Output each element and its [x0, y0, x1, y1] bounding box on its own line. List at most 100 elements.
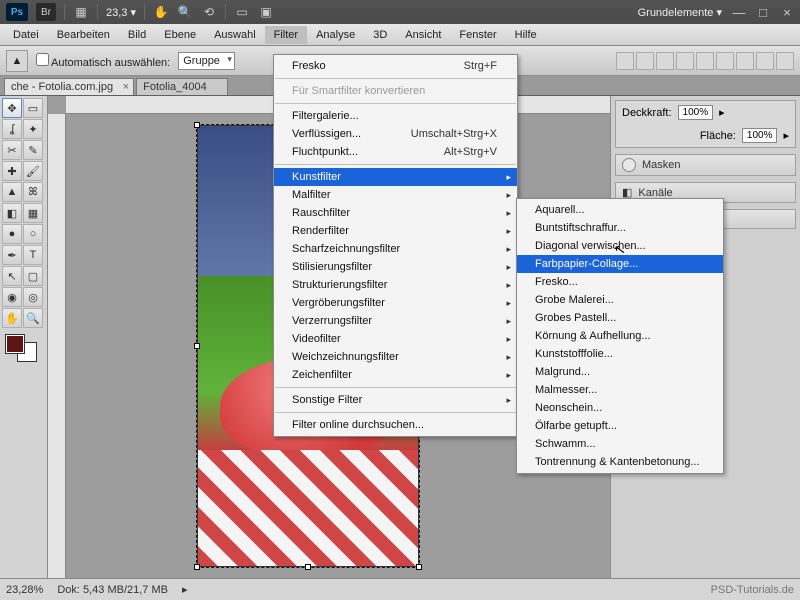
kunstfilter-subitem[interactable]: Ölfarbe getupft... — [517, 417, 723, 435]
3d-camera-icon[interactable]: ◎ — [23, 287, 43, 307]
scharfzeichnungsfilter-item[interactable]: Scharfzeichnungsfilter — [274, 240, 517, 258]
menu-filter[interactable]: Filter — [265, 26, 307, 44]
status-docsize[interactable]: Dok: 5,43 MB/21,7 MB — [57, 584, 168, 596]
stilisierungsfilter-item[interactable]: Stilisierungsfilter — [274, 258, 517, 276]
wand-tool-icon[interactable]: ✦ — [23, 119, 43, 139]
align-icon[interactable] — [636, 52, 654, 70]
menu-bearbeiten[interactable]: Bearbeiten — [48, 26, 119, 44]
maximize-icon[interactable]: □ — [756, 5, 770, 19]
filtergalerie-item[interactable]: Filtergalerie... — [274, 107, 517, 125]
kunstfilter-subitem[interactable]: Neonschein... — [517, 399, 723, 417]
weichzeichnungsfilter-item[interactable]: Weichzeichnungsfilter — [274, 348, 517, 366]
workspace-switcher[interactable]: Grundelemente ▾ — [638, 6, 722, 19]
kunstfilter-subitem[interactable]: Aquarell... — [517, 201, 723, 219]
kunstfilter-subitem[interactable]: Grobes Pastell... — [517, 309, 723, 327]
kunstfilter-subitem[interactable]: Buntstiftschraffur... — [517, 219, 723, 237]
kunstfilter-subitem[interactable]: Schwamm... — [517, 435, 723, 453]
path-select-icon[interactable]: ↖ — [2, 266, 22, 286]
close-icon[interactable]: × — [780, 5, 794, 19]
menu-fenster[interactable]: Fenster — [450, 26, 505, 44]
type-tool-icon[interactable]: T — [23, 245, 43, 265]
transform-handle[interactable] — [416, 564, 422, 570]
align-icon[interactable] — [616, 52, 634, 70]
crop-tool-icon[interactable]: ✂ — [2, 140, 22, 160]
kunstfilter-subitem[interactable]: Grobe Malerei... — [517, 291, 723, 309]
move-tool-icon[interactable]: ✥ — [2, 98, 22, 118]
align-icon[interactable] — [656, 52, 674, 70]
eraser-tool-icon[interactable]: ◧ — [2, 203, 22, 223]
verfluessigen-item[interactable]: Verflüssigen...Umschalt+Strg+X — [274, 125, 517, 143]
lasso-tool-icon[interactable]: ʆ — [2, 119, 22, 139]
history-brush-icon[interactable]: ꕤ — [23, 182, 43, 202]
marquee-tool-icon[interactable]: ▭ — [23, 98, 43, 118]
menu-3d[interactable]: 3D — [364, 26, 396, 44]
menu-ebene[interactable]: Ebene — [155, 26, 205, 44]
status-zoom[interactable]: 23,28% — [6, 584, 43, 596]
hand-tool-icon[interactable]: ✋ — [2, 308, 22, 328]
kunstfilter-subitem[interactable]: Malgrund... — [517, 363, 723, 381]
menu-datei[interactable]: Datei — [4, 26, 48, 44]
transform-handle[interactable] — [194, 343, 200, 349]
vergroeberungsfilter-item[interactable]: Vergröberungsfilter — [274, 294, 517, 312]
kunstfilter-subitem[interactable]: Körnung & Aufhellung... — [517, 327, 723, 345]
filter-online-item[interactable]: Filter online durchsuchen... — [274, 416, 517, 434]
kunstfilter-item[interactable]: Kunstfilter — [274, 168, 517, 186]
pen-tool-icon[interactable]: ✒ — [2, 245, 22, 265]
document-tab[interactable]: Fotolia_4004 — [136, 78, 228, 95]
zeichenfilter-item[interactable]: Zeichenfilter — [274, 366, 517, 384]
bridge-icon[interactable]: Br — [36, 3, 56, 21]
menu-hilfe[interactable]: Hilfe — [506, 26, 546, 44]
menu-auswahl[interactable]: Auswahl — [205, 26, 265, 44]
strukturierungsfilter-item[interactable]: Strukturierungsfilter — [274, 276, 517, 294]
rauschfilter-item[interactable]: Rauschfilter — [274, 204, 517, 222]
gradient-tool-icon[interactable]: ▦ — [23, 203, 43, 223]
menu-analyse[interactable]: Analyse — [307, 26, 364, 44]
brush-tool-icon[interactable]: 🖌 — [23, 161, 43, 181]
transform-handle[interactable] — [194, 564, 200, 570]
autoselect-combo[interactable]: Gruppe — [178, 52, 235, 70]
menu-bild[interactable]: Bild — [119, 26, 155, 44]
kunstfilter-subitem[interactable]: Fresko... — [517, 273, 723, 291]
align-icon[interactable] — [676, 52, 694, 70]
dodge-tool-icon[interactable]: ○ — [23, 224, 43, 244]
renderfilter-item[interactable]: Renderfilter — [274, 222, 517, 240]
rotate-view-icon[interactable]: ⟲ — [201, 4, 217, 20]
fill-value[interactable]: 100% — [742, 128, 778, 143]
fg-color-icon[interactable] — [6, 335, 24, 353]
color-swatch[interactable] — [6, 335, 36, 361]
malfilter-item[interactable]: Malfilter — [274, 186, 517, 204]
heal-tool-icon[interactable]: ✚ — [2, 161, 22, 181]
align-icon[interactable] — [736, 52, 754, 70]
3d-tool-icon[interactable]: ◉ — [2, 287, 22, 307]
verzerrungsfilter-item[interactable]: Verzerrungsfilter — [274, 312, 517, 330]
kunstfilter-subitem[interactable]: Tontrennung & Kantenbetonung... — [517, 453, 723, 471]
fluchtpunkt-item[interactable]: Fluchtpunkt...Alt+Strg+V — [274, 143, 517, 161]
align-icon[interactable] — [696, 52, 714, 70]
close-tab-icon[interactable]: × — [123, 81, 129, 93]
stamp-tool-icon[interactable]: ▲ — [2, 182, 22, 202]
align-icon[interactable] — [716, 52, 734, 70]
transform-handle[interactable] — [305, 564, 311, 570]
kunstfilter-subitem[interactable]: Kunststofffolie... — [517, 345, 723, 363]
sonstigefilter-item[interactable]: Sonstige Filter — [274, 391, 517, 409]
last-filter-item[interactable]: FreskoStrg+F — [274, 57, 517, 75]
document-tab[interactable]: che - Fotolia.com.jpg× — [4, 78, 134, 95]
autoselect-checkbox[interactable]: Automatisch auswählen: — [36, 53, 170, 69]
zoom-tool-icon[interactable]: 🔍 — [23, 308, 43, 328]
minimize-icon[interactable]: — — [732, 5, 746, 19]
launch-icon[interactable]: ▦ — [73, 4, 89, 20]
eyedropper-tool-icon[interactable]: ✎ — [23, 140, 43, 160]
arrange-icon[interactable]: ▭ — [234, 4, 250, 20]
opacity-value[interactable]: 100% — [678, 105, 714, 120]
kunstfilter-subitem[interactable]: Malmesser... — [517, 381, 723, 399]
videofilter-item[interactable]: Videofilter — [274, 330, 517, 348]
hand-tool-icon[interactable]: ✋ — [153, 4, 169, 20]
tool-preset-icon[interactable]: ▲ — [6, 50, 28, 72]
shape-tool-icon[interactable]: ▢ — [23, 266, 43, 286]
align-icon[interactable] — [776, 52, 794, 70]
masken-panel[interactable]: Masken — [616, 155, 795, 175]
screenmode-icon[interactable]: ▣ — [258, 4, 274, 20]
align-icon[interactable] — [756, 52, 774, 70]
menu-ansicht[interactable]: Ansicht — [396, 26, 450, 44]
blur-tool-icon[interactable]: ● — [2, 224, 22, 244]
